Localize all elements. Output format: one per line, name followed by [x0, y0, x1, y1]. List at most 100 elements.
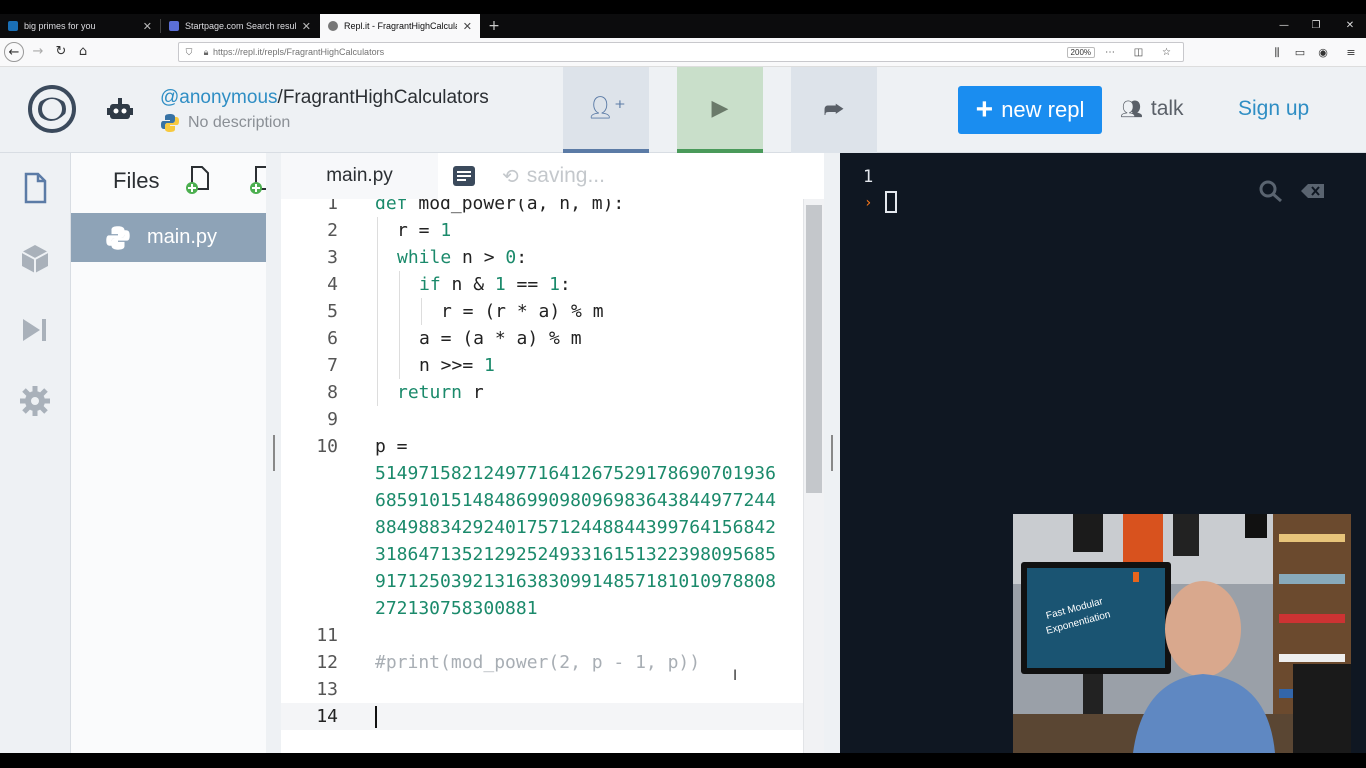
close-tab-icon[interactable]: ✕	[143, 20, 160, 33]
new-repl-button[interactable]: + new repl	[958, 86, 1102, 134]
repl-logo-icon[interactable]	[28, 85, 76, 133]
packages-icon[interactable]	[18, 242, 52, 276]
files-pane: Files main.py	[71, 153, 269, 753]
editor-toolbar: ⟲ saving...	[438, 153, 824, 199]
reload-icon[interactable]: ↻	[50, 42, 72, 62]
python-icon	[161, 114, 179, 132]
sign-up-link[interactable]: Sign up	[1238, 97, 1309, 121]
tab-title: Startpage.com Search results	[185, 21, 296, 31]
webcam-video: Fast Modular Exponentiation	[1013, 514, 1351, 753]
description-text: No description	[188, 114, 291, 131]
code-line-wrapped[interactable]: 8849883429240175712448844399764156842	[281, 514, 803, 541]
code-line[interactable]: 3 while n > 0:	[281, 244, 803, 271]
close-window-icon[interactable]: ✕	[1334, 14, 1366, 38]
editor-scrollbar[interactable]	[803, 199, 824, 753]
sidebar-icon[interactable]: ▭	[1289, 38, 1311, 67]
line-text: a = (a * a) % m	[419, 328, 582, 349]
browser-nav-bar: ← → ↻ ⌂ ⛉ 🔒︎ https://repl.it/repls/Fragr…	[0, 38, 1366, 67]
code-line[interactable]: 4 if n & 1 == 1:	[281, 271, 803, 298]
bottom-bar	[0, 753, 1366, 768]
tab-title: Repl.it - FragrantHighCalculators	[344, 21, 457, 31]
search-icon[interactable]	[1258, 179, 1284, 203]
home-icon[interactable]: ⌂	[72, 42, 94, 62]
code-editor[interactable]: 1 def mod_power(a, n, m): 2r = 1 3 while n…	[281, 153, 824, 753]
talk-link[interactable]: 👥︎ talk	[1120, 97, 1184, 121]
forward-icon[interactable]: →	[27, 42, 49, 62]
line-number: 13	[316, 679, 338, 700]
code-line[interactable]: 11	[281, 622, 803, 649]
code-line[interactable]: 12 #print(mod_power(2, p - 1, p))	[281, 649, 803, 676]
pane-resizer[interactable]	[824, 153, 840, 753]
new-repl-label: new repl	[1001, 97, 1085, 122]
settings-icon[interactable]	[18, 384, 52, 418]
browser-tab-1[interactable]: big primes for you ✕	[0, 14, 160, 38]
run-button[interactable]: ▶	[677, 67, 763, 153]
library-icon[interactable]: ⫼	[1266, 38, 1288, 67]
line-text: n >>= 1	[419, 355, 495, 376]
code-line[interactable]: 10 p =	[281, 433, 803, 460]
code-line[interactable]: 8 return r	[281, 379, 803, 406]
scrollbar-thumb[interactable]	[806, 205, 822, 493]
code-area[interactable]: 1 def mod_power(a, n, m): 2r = 1 3 while n…	[281, 190, 803, 730]
number-literal: 3186471352129252493316151322398095685	[375, 544, 776, 565]
plus-icon: +	[975, 93, 994, 126]
browser-tab-2[interactable]: Startpage.com Search results ✕	[161, 14, 319, 38]
code-line-wrapped[interactable]: 272130758300881	[281, 595, 803, 622]
ibeam-cursor-icon: I	[733, 668, 738, 684]
code-line[interactable]: 7 n >>= 1	[281, 352, 803, 379]
restore-icon[interactable]: ❐	[1300, 14, 1332, 38]
number-literal: 5149715821249771641267529178690701936	[375, 463, 776, 484]
repl-title: @anonymous/FragrantHighCalculators	[160, 87, 489, 109]
browser-tab-3[interactable]: Repl.it - FragrantHighCalculators ✕	[320, 14, 480, 38]
owner-link[interactable]: @anonymous	[160, 87, 278, 108]
code-line-wrapped[interactable]: 9171250392131638309914857181010978808	[281, 568, 803, 595]
site-favicon-icon	[169, 21, 179, 31]
invite-icon: 👤︎⁺	[586, 95, 626, 121]
number-literal: 8849883429240175712448844399764156842	[375, 517, 776, 538]
code-line[interactable]: 2 r = 1	[281, 217, 803, 244]
console-prompt: ›	[864, 195, 873, 211]
back-icon[interactable]: ←	[4, 42, 24, 62]
run-icon: ▶	[711, 95, 729, 121]
code-line-wrapped[interactable]: 6859101514848699098096983643844977244	[281, 487, 803, 514]
menu-icon[interactable]: ≡	[1340, 38, 1362, 67]
robot-avatar-icon[interactable]	[105, 95, 135, 125]
format-icon[interactable]	[452, 165, 476, 187]
account-icon[interactable]: ◉	[1312, 38, 1334, 67]
code-line[interactable]: 6 a = (a * a) % m	[281, 325, 803, 352]
new-tab-button[interactable]: +	[484, 14, 504, 38]
resize-grip[interactable]	[831, 435, 833, 471]
close-tab-icon[interactable]: ✕	[463, 20, 480, 33]
address-bar[interactable]: ⛉ 🔒︎ https://repl.it/repls/FragrantHighC…	[178, 42, 1184, 62]
code-line[interactable]: 13	[281, 676, 803, 703]
current-code-line[interactable]: 14	[281, 703, 803, 730]
add-file-icon[interactable]	[185, 165, 211, 195]
console-output: 1	[863, 167, 874, 187]
code-line-wrapped[interactable]: 5149715821249771641267529178690701936	[281, 460, 803, 487]
file-item-main-py[interactable]: main.py	[71, 213, 266, 262]
invite-button[interactable]: 👤︎⁺	[563, 67, 649, 153]
editor-tab-bar: main.py ⟲ saving...	[281, 153, 824, 199]
save-status-text: saving...	[526, 164, 605, 187]
repl-description[interactable]: No description	[160, 113, 290, 133]
close-tab-icon[interactable]: ✕	[302, 20, 319, 33]
minimize-icon[interactable]: —	[1268, 14, 1300, 38]
resize-grip[interactable]	[273, 435, 275, 471]
zoom-level[interactable]: 200%	[1066, 46, 1096, 58]
page-actions-icon[interactable]: ⋯ ◫ ☆	[1105, 47, 1183, 58]
files-icon[interactable]	[18, 171, 52, 205]
comment-text: #print(mod_power(2, p - 1, p))	[375, 652, 701, 673]
python-icon	[106, 225, 130, 250]
clear-icon[interactable]	[1300, 179, 1326, 203]
files-title: Files	[113, 168, 160, 193]
share-button[interactable]: ⮫	[791, 67, 877, 153]
debugger-icon[interactable]	[18, 313, 52, 347]
code-line[interactable]: 9	[281, 406, 803, 433]
repl-name[interactable]: FragrantHighCalculators	[283, 87, 489, 108]
line-text: if n & 1 == 1:	[419, 274, 571, 295]
console-cursor[interactable]	[885, 191, 897, 213]
code-line[interactable]: 5 r = (r * a) % m	[281, 298, 803, 325]
tab-main-py[interactable]: main.py	[281, 153, 438, 199]
pane-resizer[interactable]	[266, 153, 282, 753]
code-line-wrapped[interactable]: 3186471352129252493316151322398095685	[281, 541, 803, 568]
